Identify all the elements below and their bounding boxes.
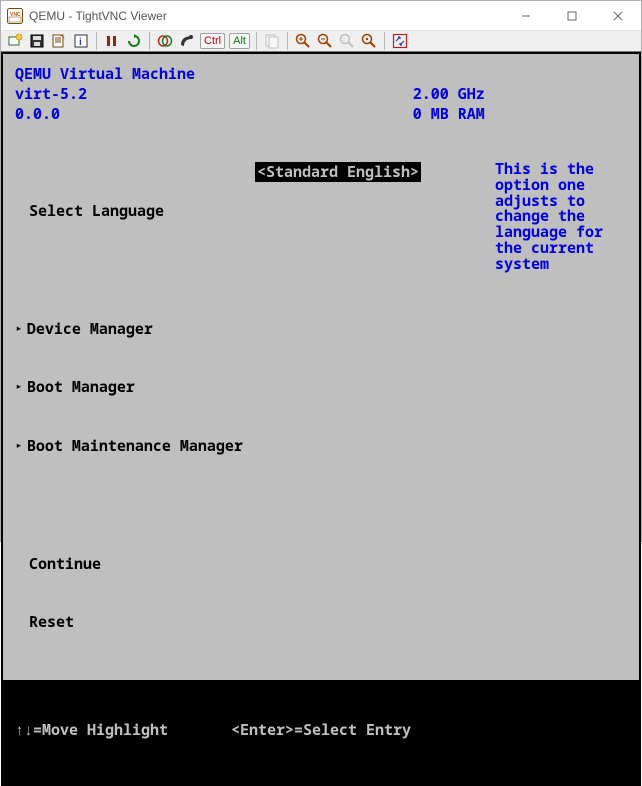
footer-enter-hint: <Enter>=Select Entry — [231, 720, 411, 740]
maximize-button[interactable] — [549, 1, 595, 31]
new-connection-icon[interactable] — [5, 31, 25, 51]
bios-version: 0.0.0 — [15, 104, 413, 124]
bios-cpu-speed: 2.00 GHz — [413, 84, 485, 104]
bios-header: QEMU Virtual Machine virt-5.2 2.00 GHz 0… — [3, 54, 639, 130]
titlebar[interactable]: VNC QEMU - TightVNC Viewer — [1, 1, 641, 31]
zoom-out-icon[interactable] — [315, 31, 335, 51]
ctrl-key-button[interactable]: Ctrl — [200, 33, 225, 49]
window-title: QEMU - TightVNC Viewer — [29, 9, 167, 23]
fullscreen-icon[interactable] — [390, 31, 410, 51]
save-icon[interactable] — [27, 31, 47, 51]
vnc-framebuffer[interactable]: QEMU Virtual Machine virt-5.2 2.00 GHz 0… — [1, 52, 641, 786]
select-language-value[interactable]: <Standard English> — [255, 162, 421, 182]
menu-select-language[interactable]: Select Language — [15, 202, 255, 221]
refresh-icon[interactable] — [124, 31, 144, 51]
menu-reset[interactable]: Reset — [15, 613, 255, 632]
pause-icon[interactable] — [102, 31, 122, 51]
svg-text:=: = — [342, 38, 346, 44]
zoom-in-icon[interactable] — [293, 31, 313, 51]
menu-continue[interactable]: Continue — [15, 555, 255, 574]
zoom-100-icon[interactable]: = — [337, 31, 357, 51]
close-button[interactable] — [595, 1, 641, 31]
ctrl-esc-icon[interactable] — [177, 31, 197, 51]
zoom-auto-icon[interactable] — [359, 31, 379, 51]
info-icon[interactable]: i — [71, 31, 91, 51]
svg-text:i: i — [79, 37, 82, 48]
footer-move-hint: ↑↓=Move Highlight — [15, 720, 168, 740]
cad-icon[interactable] — [155, 31, 175, 51]
bios-ram: 0 MB RAM — [413, 104, 485, 124]
transfer-icon[interactable] — [262, 31, 282, 51]
menu-boot-maintenance-manager[interactable]: Boot Maintenance Manager — [15, 437, 255, 456]
bios-menu: Select Language Device Manager Boot Mana… — [3, 130, 639, 680]
bios-help-text: This is the option one adjusts to change… — [485, 162, 627, 672]
alt-key-button[interactable]: Alt — [229, 33, 250, 49]
menu-device-manager[interactable]: Device Manager — [15, 320, 255, 339]
bios-footer: ↑↓=Move Highlight <Enter>=Select Entry — [3, 680, 639, 784]
toolbar: i Ctrl Alt = — [1, 31, 641, 52]
options-icon[interactable] — [49, 31, 69, 51]
minimize-button[interactable] — [503, 1, 549, 31]
menu-boot-manager[interactable]: Boot Manager — [15, 378, 255, 397]
app-window: VNC QEMU - TightVNC Viewer i — [0, 0, 642, 542]
bios-title: QEMU Virtual Machine — [15, 64, 413, 84]
bios-platform: virt-5.2 — [15, 84, 413, 104]
app-icon: VNC — [7, 8, 23, 24]
